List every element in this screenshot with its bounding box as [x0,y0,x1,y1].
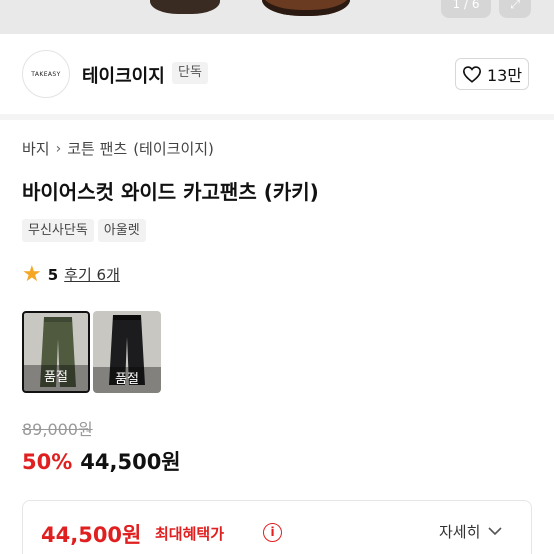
soldout-label: 품절 [93,367,161,393]
color-option-black[interactable]: 품절 [93,311,161,393]
product-title: 바이어스컷 와이드 카고팬츠 (카키) [22,180,319,204]
color-option-khaki[interactable]: 품절 [22,311,90,393]
details-label: 자세히 [439,523,481,541]
image-counter: 1 / 6 [441,0,491,18]
info-icon[interactable]: i [263,523,282,542]
rating-summary: ★ 5 후기 6개 [22,261,120,287]
chevron-right-icon: › [55,140,62,157]
product-image-shoe-right [262,0,350,16]
heart-icon [462,66,481,83]
brand-logo[interactable]: TAKEASY [22,50,70,98]
product-tags: 무신사단독 아울렛 [22,219,146,242]
brand-name[interactable]: 테이크이지 [82,62,165,88]
chevron-down-icon [488,527,502,536]
max-benefit-price: 44,500원 [41,523,142,547]
like-count: 13만 [486,66,523,85]
breadcrumb-item-pants[interactable]: 바지 [22,138,50,159]
sale-price-row: 50% 44,500원 [22,446,181,476]
brand-exclusive-badge: 단독 [172,62,208,84]
tag-musinsa-exclusive: 무신사단독 [22,219,94,242]
section-divider [0,114,554,120]
reviews-link[interactable]: 후기 6개 [64,264,120,285]
brand-row: TAKEASY 테이크이지 단독 13만 [0,34,554,114]
product-image-carousel[interactable]: 1 / 6 ⤢ [0,0,554,34]
rating-score: 5 [47,265,59,284]
max-benefit-label: 최대혜택가 [155,525,225,543]
like-button[interactable]: 13만 [455,58,529,90]
product-image-shoe-left [150,0,220,14]
details-toggle-button[interactable]: 자세히 [439,521,502,542]
star-icon: ★ [22,261,42,287]
sale-price: 44,500원 [80,450,181,474]
soldout-label: 품절 [24,365,88,391]
breadcrumb-item-cotton-pants[interactable]: 코튼 팬츠 [67,138,127,159]
breadcrumb-item-brand[interactable]: (테이크이지) [133,138,214,159]
tag-outlet: 아울렛 [97,219,146,242]
color-options: 품절 품절 [22,311,161,393]
original-price: 89,000원 [22,420,93,439]
breadcrumb: 바지 › 코튼 팬츠 (테이크이지) [22,138,214,159]
expand-icon[interactable]: ⤢ [499,0,531,18]
max-benefit-card[interactable]: 44,500원 최대혜택가 i 자세히 [22,500,532,554]
discount-rate: 50% [22,450,73,474]
